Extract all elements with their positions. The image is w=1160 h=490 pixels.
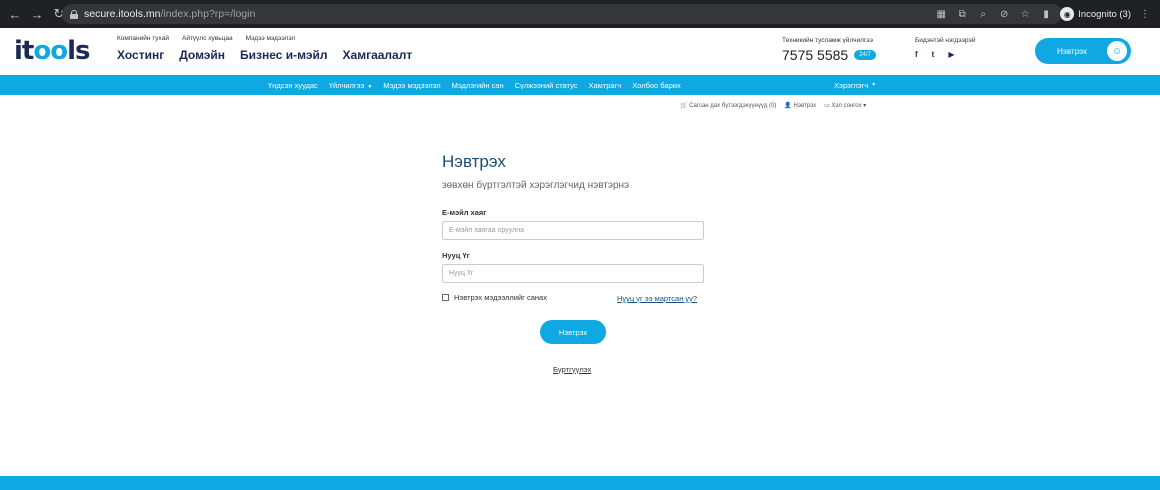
nav-network-status[interactable]: Сүлжээний статус bbox=[515, 81, 578, 90]
login-form: Нэвтрэх зөвхөн бүртгэлтэй хэрэглэгчид нэ… bbox=[442, 152, 704, 374]
nav-partners[interactable]: Хамтрагч bbox=[589, 81, 622, 90]
login-submit-button[interactable]: Нэвтрэх bbox=[540, 320, 606, 344]
register-link[interactable]: Бүртгүүлэх bbox=[553, 365, 591, 374]
qr-code-icon[interactable]: ▦ bbox=[934, 7, 948, 21]
caret-down-icon: ▼ bbox=[871, 82, 877, 88]
facebook-icon[interactable]: f bbox=[915, 50, 918, 59]
incognito-profile[interactable]: ◉ Incognito (3) bbox=[1060, 7, 1131, 21]
url-path: /index.php?rp=/login bbox=[160, 8, 256, 20]
cart-link[interactable]: 🛒 Сагсан дах бүтээгдэхүүнүүд (0) bbox=[680, 102, 776, 109]
language-icon: ▭ bbox=[824, 103, 830, 109]
support-phone-row: 7575 5585 24/7 bbox=[782, 47, 876, 63]
browser-actions: ▦ ⧉ ⌕ ⊘ ☆ ▮ ◉ Incognito (3) ⋮ bbox=[934, 4, 1152, 24]
youtube-icon[interactable]: ▶ bbox=[948, 50, 954, 59]
nav-user-menu[interactable]: Хэрэглэгч ▼ bbox=[834, 75, 876, 95]
language-selector[interactable]: ▭ Хэл сонгох ▾ bbox=[824, 102, 866, 109]
main-navbar: Үндсэн хуудас Үйлчилгээ ▼ Мэдээ мэдээлэл … bbox=[0, 75, 1160, 95]
eye-off-icon[interactable]: ⊘ bbox=[997, 7, 1011, 21]
logo-text-suffix: ls bbox=[67, 36, 90, 66]
navbar-items: Үндсэн хуудас Үйлчилгээ ▼ Мэдээ мэдээлэл … bbox=[268, 75, 681, 95]
email-field[interactable]: Е-мэйл хаягаа оруулна bbox=[442, 221, 704, 240]
social-links: Бидэнтэй нэгдээрэй f t ▶ bbox=[915, 37, 975, 59]
cart-icon: 🛒 bbox=[680, 103, 688, 109]
itools-logo[interactable]: itools bbox=[14, 36, 90, 66]
subbar-login-link[interactable]: 👤 Нэвтрэх bbox=[784, 102, 816, 109]
link-news[interactable]: Мэдээ мэдээлэл bbox=[246, 35, 296, 42]
incognito-icon: ◉ bbox=[1060, 7, 1075, 21]
logo-text-prefix: it bbox=[14, 36, 34, 66]
support-info: Техникийн тусламж үйлчилгээ 7575 5585 24… bbox=[782, 37, 876, 63]
email-placeholder: Е-мэйл хаягаа оруулна bbox=[449, 227, 524, 234]
star-icon[interactable]: ☆ bbox=[1018, 7, 1032, 21]
zoom-icon[interactable]: ⌕ bbox=[976, 7, 990, 21]
link-shares[interactable]: Айтүүлс хувьцаа bbox=[182, 35, 233, 42]
page-title: Нэвтрэх bbox=[442, 152, 506, 171]
url-host: secure.itools.mn bbox=[84, 8, 161, 20]
translate-icon[interactable]: ⧉ bbox=[955, 7, 969, 21]
link-domain[interactable]: Домэйн bbox=[179, 48, 225, 62]
social-icons: f t ▶ bbox=[915, 50, 975, 59]
forward-icon[interactable]: → bbox=[28, 5, 46, 23]
person-icon: 👤 bbox=[784, 103, 792, 109]
header-login-button[interactable]: Нэвтрэх ☺ bbox=[1035, 38, 1131, 64]
footer-bar bbox=[0, 476, 1160, 490]
menu-icon[interactable]: ⋮ bbox=[1138, 7, 1152, 21]
nav-knowledgebase[interactable]: Мэдлэгийн сан bbox=[452, 81, 504, 90]
password-label: Нууц Үг bbox=[442, 251, 470, 260]
language-label: Хэл сонгох bbox=[831, 103, 862, 109]
link-company-about[interactable]: Компанийн тухай bbox=[117, 35, 169, 42]
link-security[interactable]: Хамгаалалт bbox=[343, 48, 413, 62]
site-header: itools Компанийн тухай Айтүүлс хувьцаа М… bbox=[0, 28, 1160, 74]
subbar-login-label: Нэвтрэх bbox=[793, 103, 817, 109]
remember-label: Нэвтрэх мэдээллийг санах bbox=[454, 293, 547, 302]
support-247-badge: 24/7 bbox=[854, 50, 876, 60]
cart-label: Сагсан дах бүтээгдэхүүнүүд (0) bbox=[689, 103, 777, 109]
nav-contact[interactable]: Холбоо барих bbox=[632, 81, 680, 90]
top-links: Компанийн тухай Айтүүлс хувьцаа Мэдээ мэ… bbox=[117, 35, 295, 42]
nav-services-label: Үйлчилгээ bbox=[328, 80, 365, 90]
password-field[interactable]: Нууц Үг bbox=[442, 264, 704, 283]
forgot-password-link[interactable]: Нууц үг ээ мартсан уу? bbox=[617, 294, 697, 303]
twitter-icon[interactable]: t bbox=[932, 50, 935, 59]
support-phone[interactable]: 7575 5585 bbox=[782, 47, 848, 63]
sidepanel-icon[interactable]: ▮ bbox=[1039, 7, 1053, 21]
page-subtitle: зөвхөн бүртгэлтэй хэрэглэгчид нэвтэрнэ bbox=[442, 180, 630, 191]
main-links: Хостинг Домэйн Бизнес и-мэйл Хамгаалалт bbox=[117, 48, 412, 62]
user-icon: ☺ bbox=[1107, 41, 1127, 61]
nav-user-label: Хэрэглэгч bbox=[834, 80, 869, 90]
lock-icon bbox=[70, 9, 78, 19]
browser-toolbar: ← → ↻ secure.itools.mn /index.php?rp=/lo… bbox=[0, 0, 1160, 28]
incognito-label: Incognito (3) bbox=[1078, 8, 1131, 20]
nav-services[interactable]: Үйлчилгээ ▼ bbox=[329, 81, 372, 90]
address-bar[interactable]: secure.itools.mn /index.php?rp=/login bbox=[62, 4, 1062, 24]
logo-text-mid: oo bbox=[33, 36, 68, 66]
remember-me[interactable]: Нэвтрэх мэдээллийг санах bbox=[442, 293, 547, 302]
nav-home[interactable]: Үндсэн хуудас bbox=[268, 81, 318, 90]
caret-down-icon: ▼ bbox=[367, 83, 373, 90]
link-business-email[interactable]: Бизнес и-мэйл bbox=[240, 48, 327, 62]
caret-down-icon: ▾ bbox=[863, 103, 867, 109]
header-login-label: Нэвтрэх bbox=[1057, 46, 1088, 56]
email-label: Е-мэйл хаяг bbox=[442, 208, 487, 217]
password-placeholder: Нууц Үг bbox=[449, 270, 474, 277]
back-icon[interactable]: ← bbox=[6, 5, 24, 23]
account-subbar: 🛒 Сагсан дах бүтээгдэхүүнүүд (0) 👤 Нэвтр… bbox=[680, 102, 866, 109]
remember-checkbox[interactable] bbox=[442, 294, 449, 301]
link-hosting[interactable]: Хостинг bbox=[117, 48, 164, 62]
social-label: Бидэнтэй нэгдээрэй bbox=[915, 37, 976, 44]
nav-news[interactable]: Мэдээ мэдээлэл bbox=[383, 81, 440, 90]
support-label: Техникийн тусламж үйлчилгээ bbox=[782, 37, 873, 44]
